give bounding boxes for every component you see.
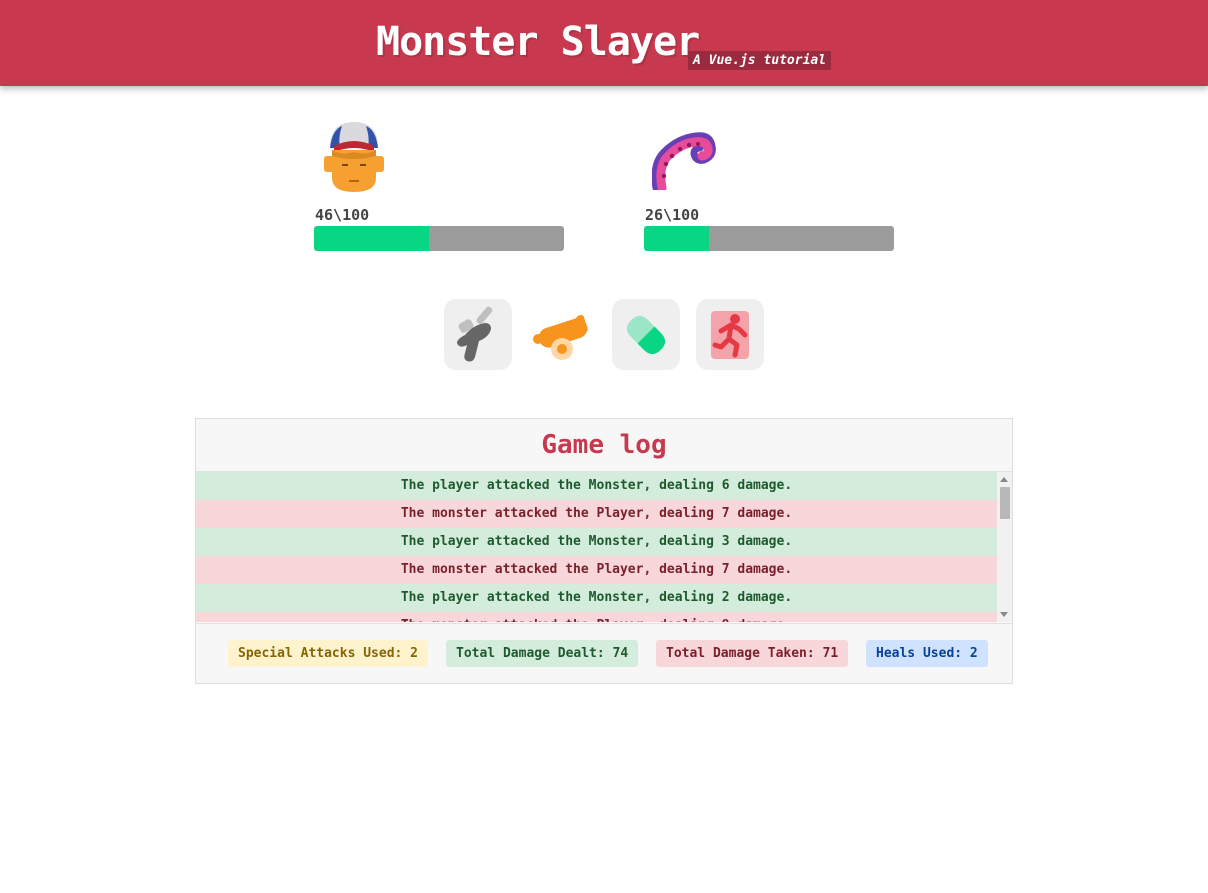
monster-hp-text: 26\100 <box>645 206 700 224</box>
damage-dealt-badge: Total Damage Dealt: 74 <box>446 640 639 667</box>
game-log-title: Game log <box>196 419 1012 472</box>
scroll-up-icon[interactable] <box>1000 477 1008 482</box>
log-entry: The player attacked the Monster, dealing… <box>196 472 997 500</box>
special-attacks-badge: Special Attacks Used: 2 <box>228 640 429 667</box>
monster-avatar <box>651 124 716 194</box>
scroll-thumb[interactable] <box>1000 487 1010 519</box>
app-title: Monster Slayer <box>376 19 700 65</box>
attack-button[interactable] <box>444 299 512 370</box>
special-attack-button[interactable] <box>528 299 596 370</box>
scroll-down-icon[interactable] <box>1000 612 1008 617</box>
player-health-fill <box>314 226 429 251</box>
ray-gun-icon <box>457 306 493 361</box>
log-scrollbar[interactable] <box>997 472 1012 622</box>
player-avatar <box>322 118 386 198</box>
cannon-icon <box>533 314 588 360</box>
stats-bar: Special Attacks Used: 2 Total Damage Dea… <box>196 623 1012 684</box>
log-entry: The monster attacked the Player, dealing… <box>196 500 997 528</box>
log-entry: The monster attacked the Player, dealing… <box>196 612 997 622</box>
player-hp-text: 46\100 <box>315 206 370 224</box>
log-entry: The player attacked the Monster, dealing… <box>196 584 997 612</box>
damage-taken-badge: Total Damage Taken: 71 <box>656 640 849 667</box>
surrender-button[interactable] <box>696 299 764 370</box>
boy-face-icon <box>324 122 384 192</box>
game-log-list[interactable]: The player attacked the Monster, dealing… <box>196 472 1012 622</box>
log-entry: The monster attacked the Player, dealing… <box>196 556 997 584</box>
app-header: Monster Slayer A Vue.js tutorial <box>0 0 1208 86</box>
monster-health-bar <box>644 226 894 251</box>
game-log-panel: Game log The player attacked the Monster… <box>195 418 1013 684</box>
player-health-bar <box>314 226 564 251</box>
app-subtitle: A Vue.js tutorial <box>688 51 832 70</box>
heals-used-badge: Heals Used: 2 <box>866 640 988 667</box>
emergency-exit-icon <box>711 310 749 359</box>
heal-button[interactable] <box>612 299 680 370</box>
pill-icon <box>626 315 666 354</box>
log-entry: The player attacked the Monster, dealing… <box>196 528 997 556</box>
monster-health-fill <box>644 226 709 251</box>
tentacle-icon <box>651 132 716 193</box>
